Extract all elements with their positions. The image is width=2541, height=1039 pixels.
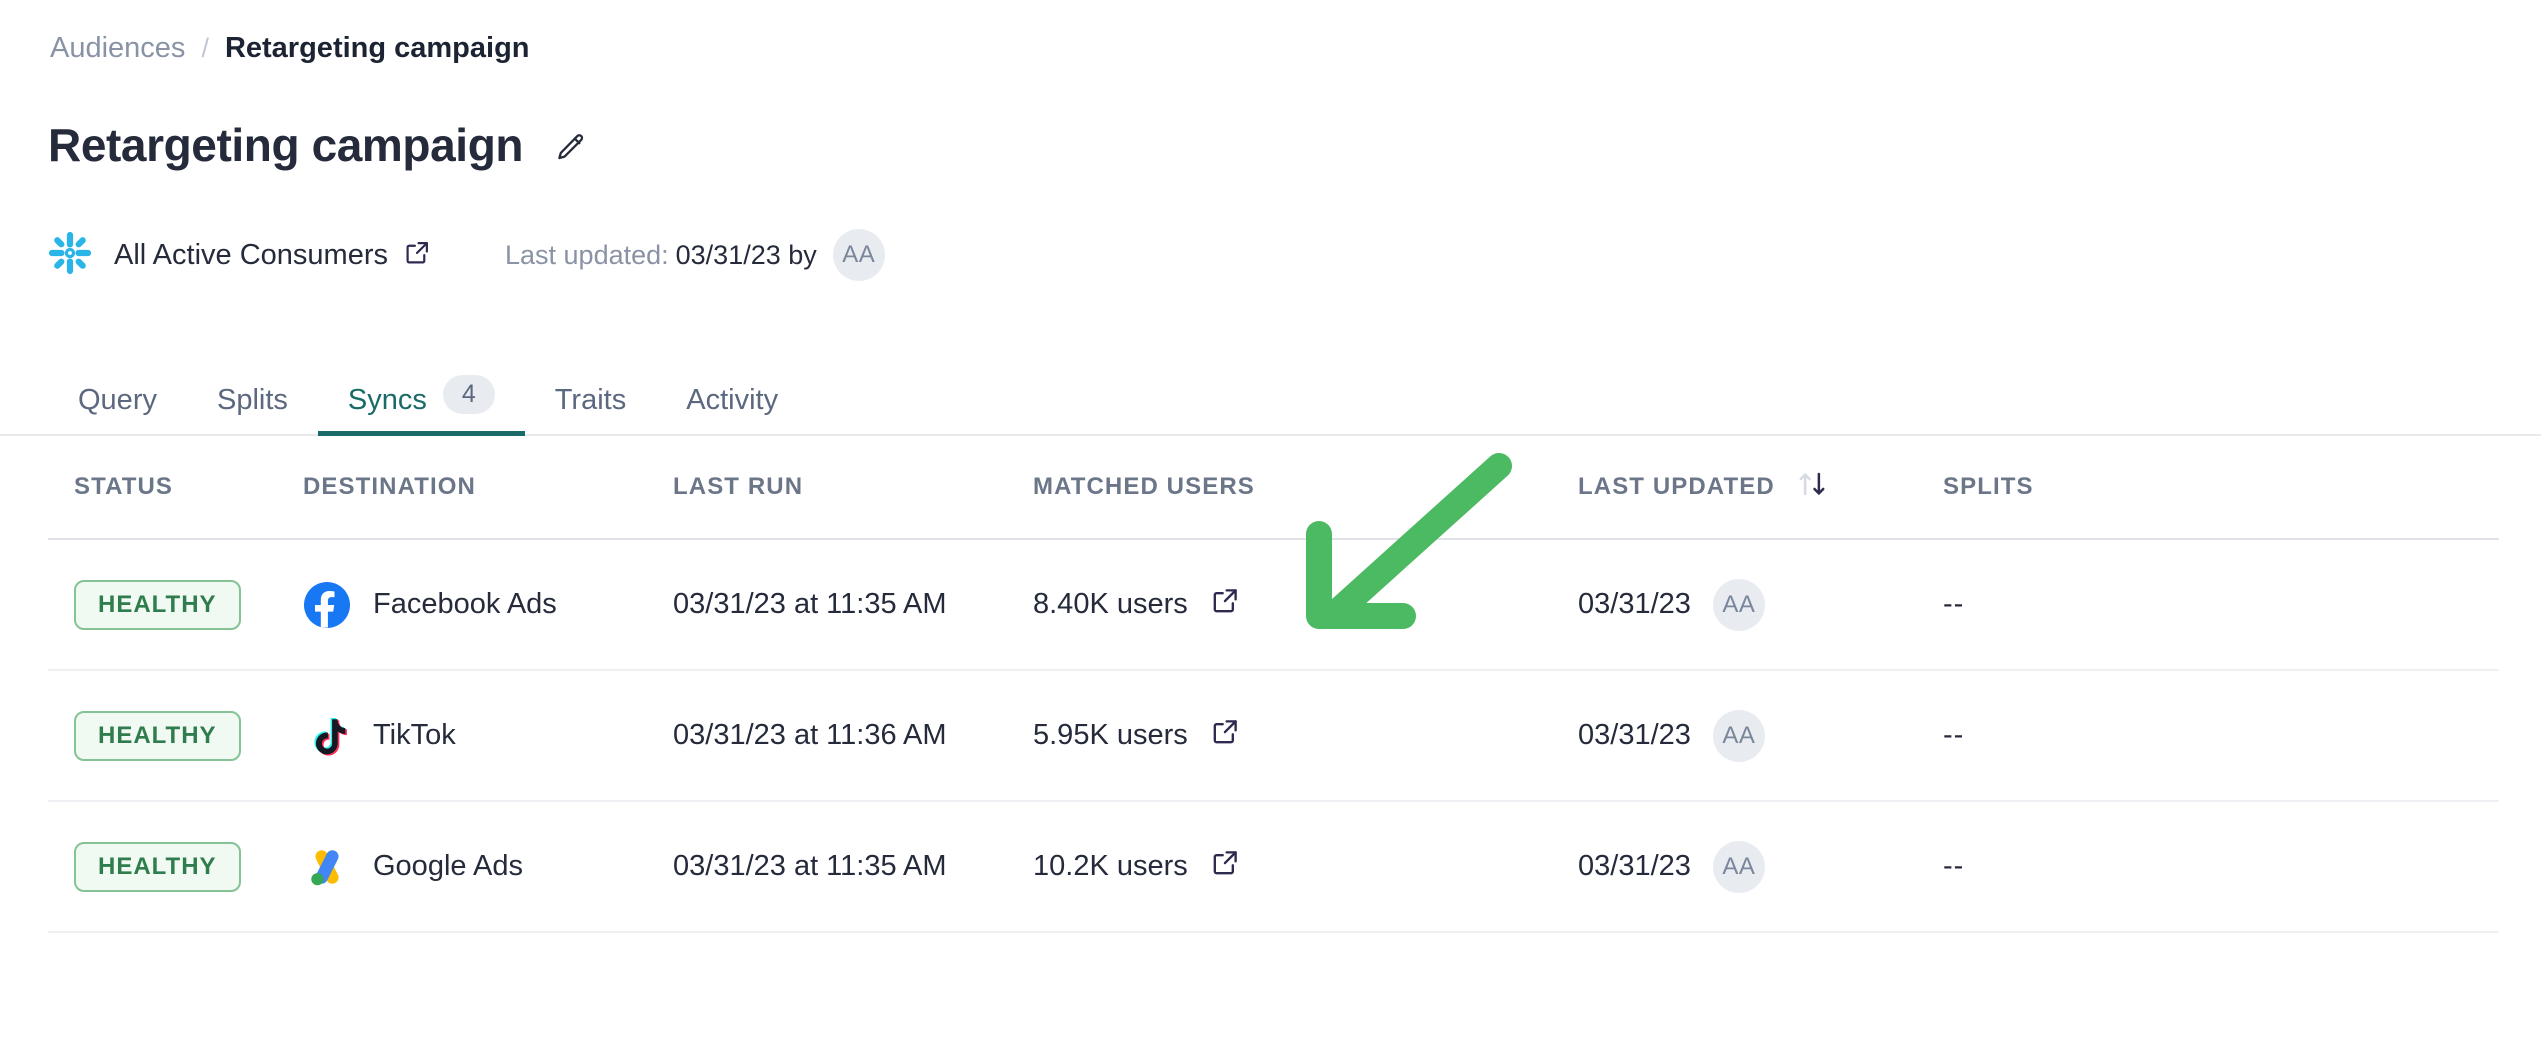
tabs: Query Splits Syncs 4 Traits Activity [48,338,808,436]
cell-last-run: 03/31/23 at 11:35 AM [673,850,947,882]
cell-last-updated: 03/31/23 AA [1578,578,1943,631]
pencil-icon[interactable] [553,125,587,165]
source-meta-row: All Active Consumers Last updated: 03/31/… [48,228,885,282]
external-link-icon[interactable] [1212,718,1239,753]
last-updated-label-text: Last updated: [505,239,669,270]
source-name-link[interactable]: All Active Consumers [114,239,388,272]
external-link-icon[interactable] [388,240,430,270]
page-title: Retargeting campaign [48,119,524,171]
cell-splits: -- [1943,588,2243,621]
external-link-icon[interactable] [1212,587,1239,622]
last-updated-group: 03/31/23 AA [1578,840,1765,893]
cell-splits: -- [1943,719,2243,752]
sort-arrows-icon[interactable] [1797,469,1827,506]
table-header-row: STATUS DESTINATION LAST RUN MATCHED USER… [48,436,2499,540]
last-updated-group: 03/31/23 AA [1578,578,1765,631]
breadcrumb: Audiences / Retargeting campaign [50,34,530,63]
syncs-page: Audiences / Retargeting campaign Retarge… [0,0,2541,1039]
destination-link[interactable]: TikTok [303,712,456,760]
tiktok-logo-icon [303,712,351,760]
external-link-icon[interactable] [1212,849,1239,884]
table-row[interactable]: HEALTHY Facebook Ads 03/31/23 at 11:35 A… [48,540,2499,671]
splits-value: -- [1943,719,1965,751]
tab-traits[interactable]: Traits [525,340,656,436]
splits-value: -- [1943,850,1965,882]
destination-link[interactable]: Google Ads [303,843,523,891]
table-row[interactable]: HEALTHY TikTok 03/31/23 at 11:36 AM 5.95… [48,671,2499,802]
cell-status: HEALTHY [48,579,303,630]
cell-destination: Facebook Ads [303,581,673,629]
column-header-last-run: LAST RUN [673,473,804,500]
avatar[interactable]: AA [1712,709,1765,762]
last-updated-label: Last updated: 03/31/23 by [505,240,817,271]
cell-last-run: 03/31/23 at 11:35 AM [673,588,947,620]
tab-query[interactable]: Query [48,340,187,436]
tab-badge-count: 4 [442,375,495,414]
destination-name: Google Ads [373,850,523,882]
tab-activity[interactable]: Activity [656,340,808,436]
avatar[interactable]: AA [1712,840,1765,893]
cell-last-updated: 03/31/23 AA [1578,709,1943,762]
breadcrumb-separator: / [201,33,209,63]
table-row[interactable]: HEALTHY Google Ads 03/31/23 at 11:35 AM [48,802,2499,933]
facebook-logo-icon [303,581,351,629]
column-header-splits: SPLITS [1943,473,2034,500]
syncs-table: STATUS DESTINATION LAST RUN MATCHED USER… [48,436,2499,933]
avatar[interactable]: AA [1712,578,1765,631]
status-badge[interactable]: HEALTHY [74,841,241,892]
matched-users-group: 5.95K users [1033,718,1239,753]
cell-matched-users: 10.2K users [1033,849,1578,884]
tab-label: Splits [216,384,288,416]
cell-last-updated: 03/31/23 AA [1578,840,1943,893]
tab-label: Syncs [347,384,427,416]
tab-bar: Query Splits Syncs 4 Traits Activity [0,340,2541,436]
destination-name: TikTok [373,719,456,751]
column-header-last-updated[interactable]: LAST UPDATED [1578,469,1943,506]
cell-destination: Google Ads [303,843,673,891]
cell-matched-users: 5.95K users [1033,718,1578,753]
tab-label: Query [78,384,157,416]
destination-link[interactable]: Facebook Ads [303,581,557,629]
destination-name: Facebook Ads [373,588,557,620]
matched-users-group: 8.40K users [1033,587,1239,622]
cell-status: HEALTHY [48,710,303,761]
status-badge[interactable]: HEALTHY [74,579,241,630]
last-updated-group: 03/31/23 AA [1578,709,1765,762]
cell-last-run: 03/31/23 at 11:36 AM [673,719,947,751]
cell-splits: -- [1943,850,2243,883]
column-header-status: STATUS [74,473,174,500]
breadcrumb-parent-link[interactable]: Audiences [50,34,185,63]
status-badge[interactable]: HEALTHY [74,710,241,761]
last-updated-value: 03/31/23 by [675,239,817,270]
google-ads-logo-icon [303,843,351,891]
matched-users-value: 10.2K users [1033,850,1188,882]
cell-destination: TikTok [303,712,673,760]
last-updated-date: 03/31/23 [1578,850,1691,882]
tab-splits[interactable]: Splits [187,340,318,436]
last-updated-date: 03/31/23 [1578,588,1691,620]
title-row: Retargeting campaign [48,120,587,171]
snowflake-icon [48,231,92,280]
cell-matched-users: 8.40K users [1033,587,1578,622]
breadcrumb-current: Retargeting campaign [224,32,530,64]
matched-users-group: 10.2K users [1033,849,1239,884]
tab-syncs[interactable]: Syncs 4 [317,340,525,436]
matched-users-value: 8.40K users [1033,588,1188,620]
last-updated-date: 03/31/23 [1578,719,1691,751]
column-header-destination: DESTINATION [303,473,476,500]
splits-value: -- [1943,588,1965,620]
column-header-matched-users: MATCHED USERS [1033,473,1255,500]
tab-label: Activity [686,384,779,416]
avatar[interactable]: AA [832,229,885,281]
column-header-last-updated-label: LAST UPDATED [1578,473,1775,500]
matched-users-value: 5.95K users [1033,719,1188,751]
tab-label: Traits [554,384,627,416]
cell-status: HEALTHY [48,841,303,892]
